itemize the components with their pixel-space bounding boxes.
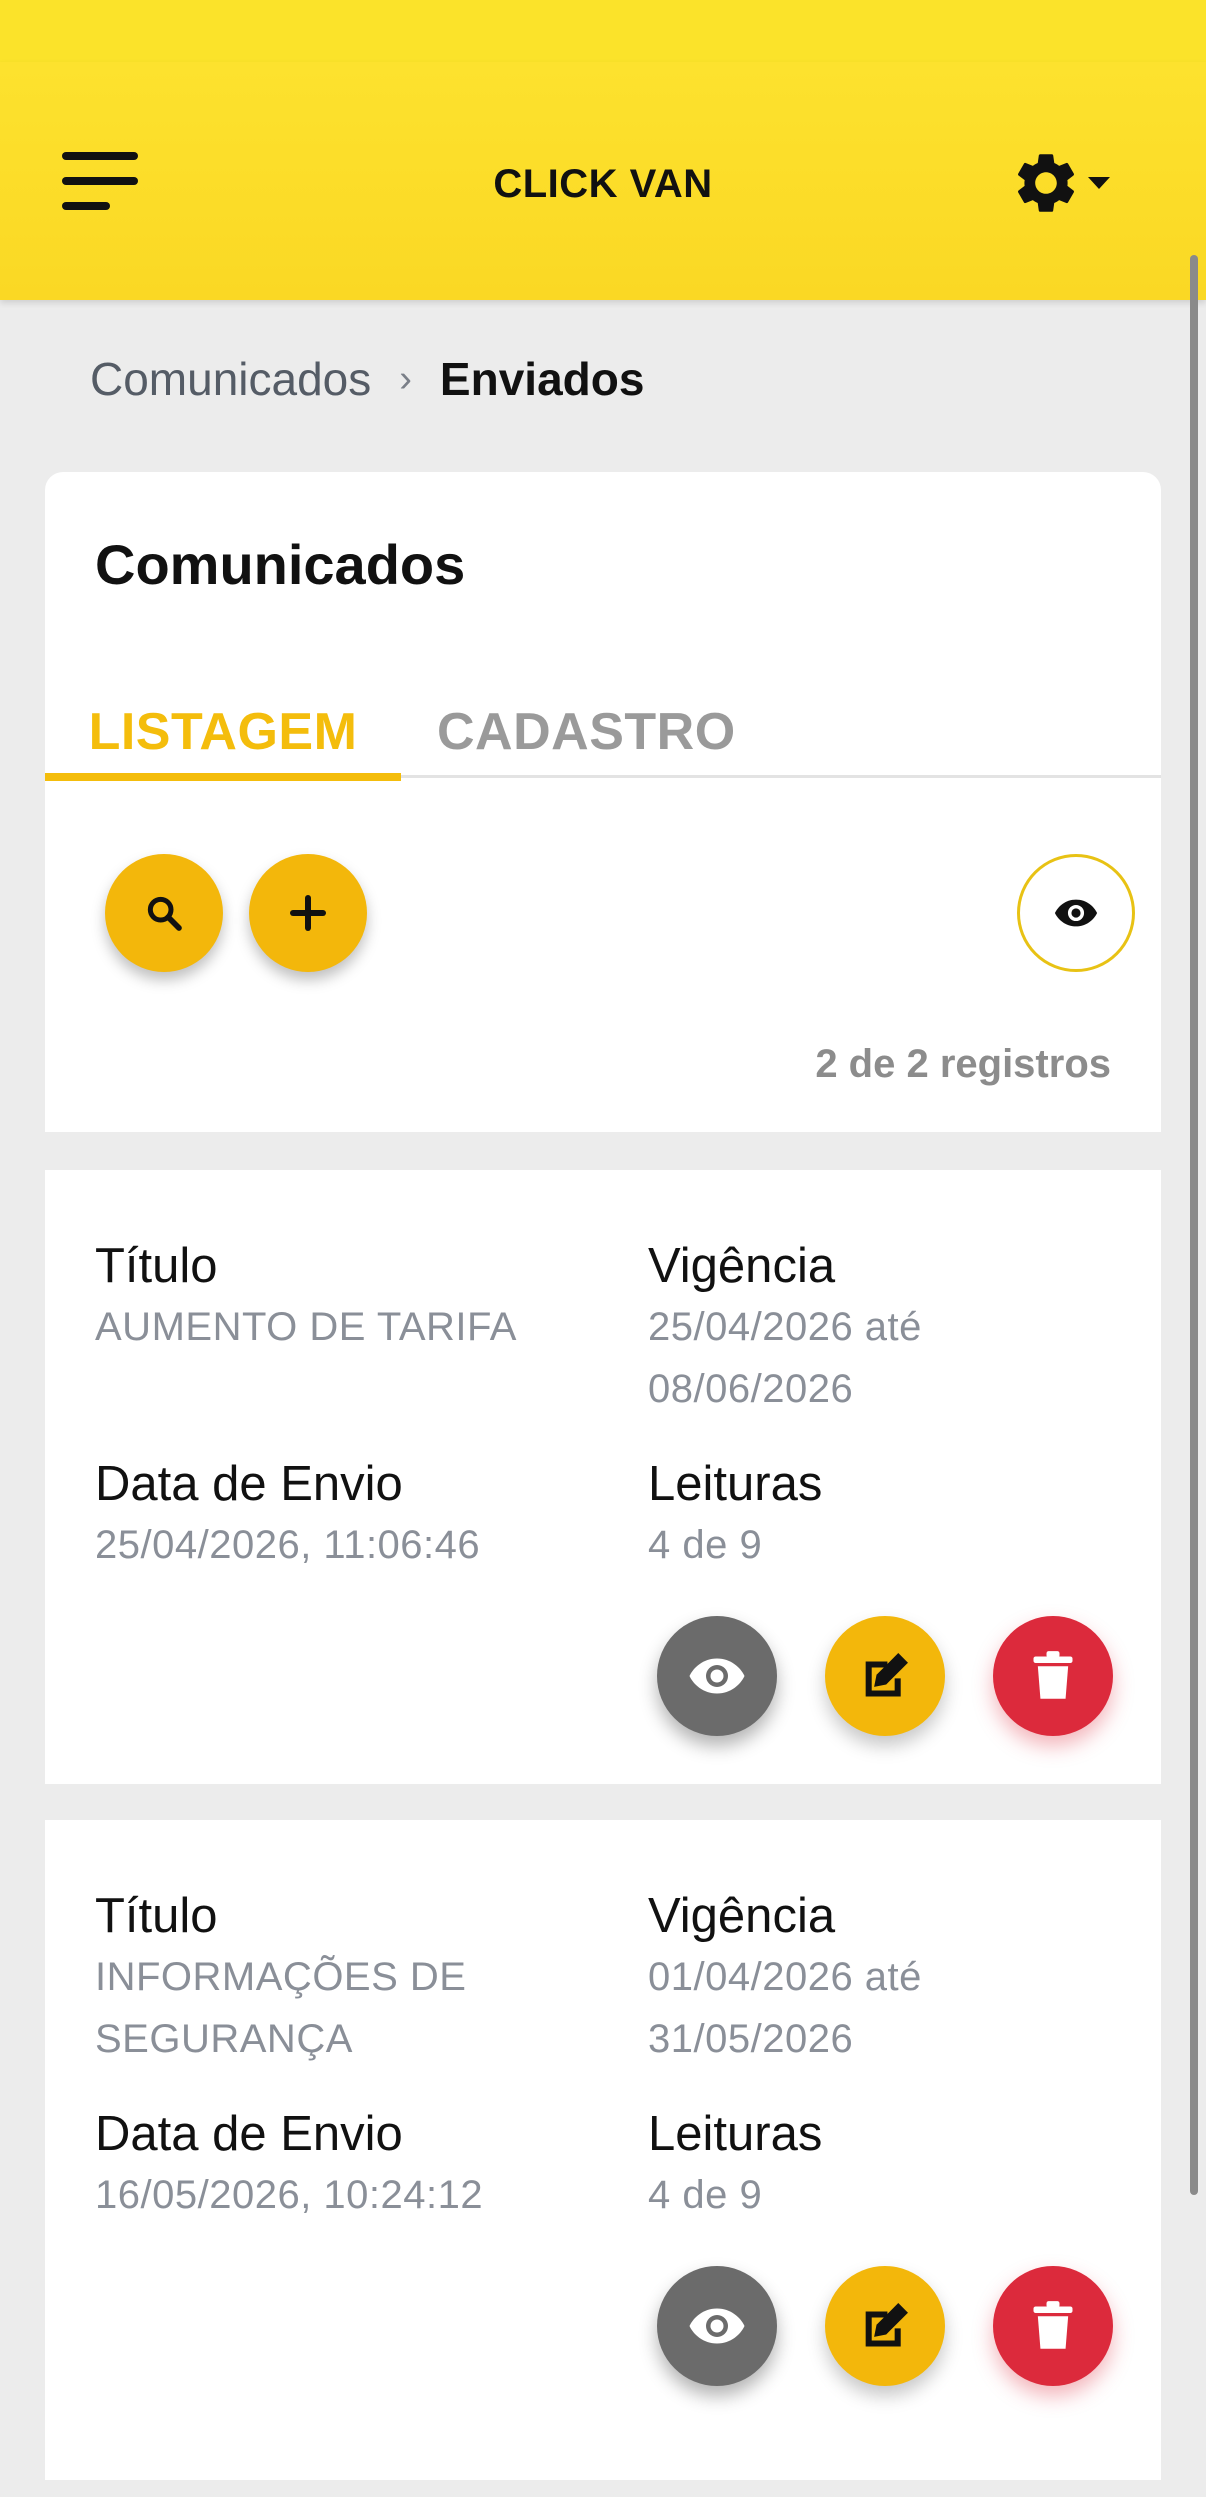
trash-icon: [1033, 2301, 1073, 2349]
breadcrumb-link-comunicados[interactable]: Comunicados: [90, 352, 371, 406]
eye-icon: [1054, 899, 1098, 927]
search-icon: [147, 896, 182, 931]
list-item: Título AUMENTO DE TARIFA Vigência 25/04/…: [45, 1170, 1161, 1784]
list-item: Título INFORMAÇÕES DE SEGURANÇA Vigência…: [45, 1820, 1161, 2480]
edit-button[interactable]: [825, 1616, 945, 1736]
reads-value: 4 de 9: [648, 2173, 763, 2217]
page-title: Comunicados: [95, 533, 466, 596]
title-value: AUMENTO DE TARIFA: [95, 1305, 517, 1349]
tab-cadastro[interactable]: CADASTRO: [437, 682, 767, 778]
tab-listagem[interactable]: LISTAGEM: [45, 682, 401, 781]
title-label: Título: [95, 1889, 218, 1943]
validity-label: Vigência: [648, 1239, 836, 1293]
title-value: INFORMAÇÕES DE SEGURANÇA: [95, 1955, 467, 2061]
reads-value: 4 de 9: [648, 1523, 763, 1567]
sent-date-value: 25/04/2026, 11:06:46: [95, 1523, 481, 1567]
eye-icon: [689, 1658, 745, 1694]
view-button[interactable]: [657, 2266, 777, 2386]
delete-button[interactable]: [993, 1616, 1113, 1736]
gear-icon: [1017, 154, 1075, 212]
sent-date-label: Data de Envio: [95, 1457, 403, 1511]
add-button[interactable]: [249, 854, 367, 972]
reads-label: Leituras: [648, 2107, 823, 2161]
sent-date-label: Data de Envio: [95, 2107, 403, 2161]
breadcrumb-separator: ›: [399, 357, 412, 400]
edit-button[interactable]: [825, 2266, 945, 2386]
app-bar: CLICK VAN: [0, 62, 1206, 300]
trash-icon: [1033, 1651, 1073, 1699]
search-button[interactable]: [105, 854, 223, 972]
menu-icon: [62, 152, 138, 210]
edit-icon: [865, 1653, 908, 1697]
settings-menu-button[interactable]: [996, 138, 1126, 228]
sent-date-value: 16/05/2026, 10:24:12: [95, 2173, 484, 2217]
app-title: CLICK VAN: [493, 162, 713, 206]
menu-button[interactable]: [52, 140, 148, 222]
delete-button[interactable]: [993, 2266, 1113, 2386]
caret-down-icon: [1088, 177, 1110, 189]
eye-icon: [689, 2308, 745, 2344]
validity-value: 25/04/2026 até 08/06/2026: [648, 1305, 922, 1411]
tab-bar: LISTAGEM CADASTRO: [45, 682, 1161, 781]
validity-label: Vigência: [648, 1889, 836, 1943]
listing-panel: Comunicados LISTAGEM CADASTRO 2 de 2 reg…: [45, 472, 1161, 1132]
plus-icon: [290, 895, 326, 931]
page-scrollbar[interactable]: [1190, 255, 1198, 2195]
view-button[interactable]: [657, 1616, 777, 1736]
validity-value: 01/04/2026 até 31/05/2026: [648, 1955, 922, 2061]
toggle-view-button[interactable]: [1017, 854, 1135, 972]
breadcrumb: Comunicados › Enviados: [90, 344, 644, 414]
reads-label: Leituras: [648, 1457, 823, 1511]
title-label: Título: [95, 1239, 218, 1293]
status-bar: [0, 0, 1206, 62]
breadcrumb-current: Enviados: [439, 353, 645, 405]
edit-icon: [865, 2303, 908, 2347]
records-count: 2 de 2 registros: [815, 1042, 1111, 1086]
